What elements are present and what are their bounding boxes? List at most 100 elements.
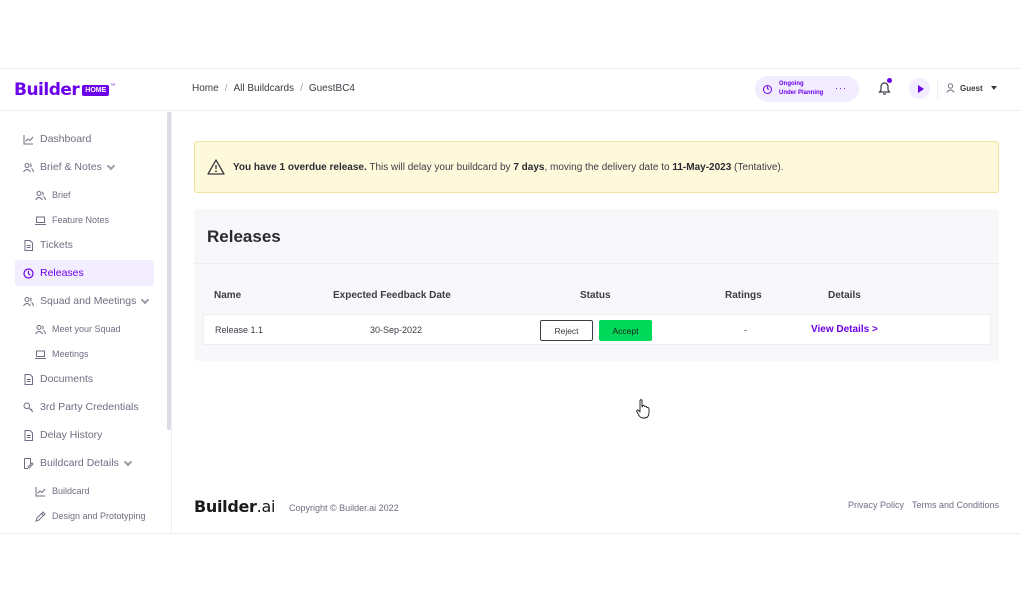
breadcrumb-home[interactable]: Home — [192, 83, 219, 94]
sidebar-item-brief[interactable]: Brief — [27, 182, 166, 208]
sidebar-item-feature-notes[interactable]: Feature Notes — [27, 207, 166, 233]
chart-icon — [23, 134, 34, 145]
column-header-name: Name — [214, 290, 242, 301]
sidebar-item-label: Brief & Notes — [40, 161, 102, 173]
chevron-down-icon[interactable] — [106, 161, 116, 170]
document-icon — [23, 239, 34, 251]
warning-icon — [207, 159, 225, 175]
sidebar-item-documents[interactable]: Documents — [15, 366, 154, 392]
copyright-text: Copyright © Builder.ai 2022 — [289, 503, 399, 513]
credentials-icon — [23, 402, 34, 413]
releases-card: Releases Name Expected Feedback Date Sta… — [194, 209, 999, 361]
sidebar-item-tickets[interactable]: Tickets — [15, 232, 154, 258]
column-header-expected-feedback-date: Expected Feedback Date — [333, 290, 451, 301]
users-icon — [23, 162, 34, 173]
breadcrumb-separator: / — [300, 83, 303, 94]
builder-home-logo[interactable]: Builder HOME ™ — [14, 80, 115, 100]
sidebar-item-meet-your-squad[interactable]: Meet your Squad — [27, 316, 166, 342]
privacy-policy-link[interactable]: Privacy Policy — [848, 500, 904, 510]
status-line-planning: Under Planning — [779, 90, 824, 96]
alert-delay-days: 7 days — [513, 161, 545, 173]
table-row: Release 1.1 30-Sep-2022 Reject Accept - … — [203, 314, 991, 345]
chevron-down-icon[interactable] — [141, 295, 150, 304]
document-edit-icon — [23, 457, 34, 469]
release-rating: - — [744, 325, 747, 335]
sidebar-item-label: Meetings — [52, 349, 89, 359]
user-icon — [946, 83, 955, 93]
column-header-ratings: Ratings — [725, 290, 762, 301]
pen-icon — [35, 510, 46, 522]
buildcard-status-pill[interactable]: Ongoing Under Planning ··· — [755, 76, 859, 102]
sidebar-item-buildcard[interactable]: Buildcard — [27, 478, 166, 504]
accept-button[interactable]: Accept — [599, 320, 652, 341]
sidebar-item-label: Feature Notes — [52, 215, 110, 225]
sidebar-item-label: Dashboard — [40, 133, 92, 145]
breadcrumb-current: GuestBC4 — [308, 83, 355, 94]
chevron-down-icon[interactable] — [123, 457, 133, 466]
bell-icon[interactable] — [878, 81, 891, 96]
chart-icon — [35, 486, 46, 497]
sidebar-item-label: Design and Prototyping — [52, 511, 146, 521]
sidebar-scrollbar[interactable] — [167, 112, 171, 430]
divider — [194, 263, 999, 264]
hand-cursor-icon — [636, 399, 650, 419]
alert-text: , moving the delivery date to — [544, 161, 673, 173]
laptop-icon — [35, 215, 46, 226]
alert-overdue-count: You have 1 overdue release. — [233, 161, 367, 173]
app-window: Builder HOME ™ Home / All Buildcards / G… — [0, 68, 1020, 534]
document-icon — [23, 429, 34, 441]
status-line-ongoing: Ongoing — [779, 81, 804, 87]
footer-logo-suffix: .ai — [256, 497, 276, 516]
alert-text: This will delay your buildcard by — [366, 161, 514, 173]
terms-conditions-link[interactable]: Terms and Conditions — [912, 500, 999, 510]
page-title: Releases — [207, 227, 281, 246]
footer-logo: Builder.ai — [194, 497, 275, 516]
sidebar-item-meetings[interactable]: Meetings — [27, 341, 166, 367]
sidebar-item-design-prototyping[interactable]: Design and Prototyping — [27, 503, 166, 529]
breadcrumb: Home / All Buildcards / GuestBC4 — [192, 83, 355, 94]
release-name: Release 1.1 — [215, 325, 264, 335]
logo-badge: HOME — [82, 84, 110, 96]
column-header-details: Details — [828, 290, 861, 301]
chevron-down-icon — [990, 86, 997, 90]
sidebar-item-buildcard-details[interactable]: Buildcard Details — [15, 450, 154, 476]
play-icon — [917, 84, 924, 93]
reject-button[interactable]: Reject — [540, 320, 593, 341]
sidebar-item-dashboard[interactable]: Dashboard — [15, 126, 154, 152]
sidebar-item-label: Tickets — [40, 239, 73, 251]
sidebar-item-label: Documents — [40, 373, 94, 385]
sidebar-item-label: Delay History — [40, 429, 103, 441]
users-icon — [23, 296, 34, 307]
sidebar-item-squad-meetings[interactable]: Squad and Meetings — [15, 288, 154, 314]
column-header-status: Status — [580, 290, 611, 301]
users-icon — [35, 190, 46, 201]
sidebar-item-label: Buildcard Details — [40, 457, 119, 469]
sidebar-item-brief-notes[interactable]: Brief & Notes — [15, 154, 154, 180]
top-header: Builder HOME ™ Home / All Buildcards / G… — [0, 69, 1020, 111]
laptop-icon — [35, 349, 46, 360]
footer-logo-bold: Builder — [194, 497, 257, 516]
user-menu[interactable]: Guest — [946, 83, 997, 93]
document-icon — [23, 373, 34, 385]
alert-message: You have 1 overdue release. This will de… — [233, 162, 784, 173]
view-details-link[interactable]: View Details > — [811, 324, 878, 335]
alert-delivery-date: 11-May-2023 — [672, 161, 732, 173]
clock-icon — [763, 84, 772, 94]
breadcrumb-all-buildcards[interactable]: All Buildcards — [233, 83, 294, 94]
logo-trademark: ™ — [110, 83, 116, 89]
status-text: Ongoing Under Planning — [779, 80, 823, 98]
logo-text: Builder — [14, 80, 80, 100]
sidebar-item-delay-history[interactable]: Delay History — [15, 422, 154, 448]
sidebar-item-releases[interactable]: Releases — [15, 260, 154, 286]
play-button[interactable] — [909, 78, 930, 99]
users-icon — [35, 324, 46, 335]
more-icon[interactable]: ··· — [835, 83, 847, 93]
header-divider — [937, 79, 938, 99]
sidebar: Dashboard Brief & Notes Brief Feature No… — [0, 112, 172, 533]
release-feedback-date: 30-Sep-2022 — [370, 325, 423, 335]
alert-text: (Tentative). — [731, 161, 784, 173]
breadcrumb-separator: / — [224, 83, 228, 94]
footer-links: Privacy Policy Terms and Conditions — [848, 500, 999, 510]
sidebar-item-label: Meet your Squad — [52, 324, 121, 334]
sidebar-item-3rd-party-credentials[interactable]: 3rd Party Credentials — [15, 394, 154, 420]
